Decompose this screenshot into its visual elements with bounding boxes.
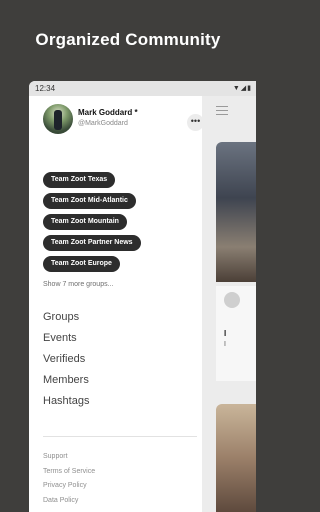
feed-image[interactable] [216,142,256,282]
more-options-button[interactable]: ••• [187,114,204,131]
support-link[interactable]: Support [43,453,95,468]
group-chip-list: Team Zoot Texas Team Zoot Mid-Atlantic T… [43,168,141,273]
status-bar: 12:34 ▼◢▮ [29,81,256,96]
group-chip[interactable]: Team Zoot Mountain [43,214,127,230]
data-policy-link[interactable]: Data Policy [43,497,95,512]
terms-link[interactable]: Terms of Service [43,468,95,483]
phone-screen: 12:34 ▼◢▮ I I Mark Goddard * @MarkGoddar… [29,81,256,512]
status-time: 12:34 [35,84,56,93]
profile-header[interactable]: Mark Goddard * @MarkGoddard ••• [41,104,204,138]
status-icons: ▼◢▮ [232,85,252,92]
show-more-groups-link[interactable]: Show 7 more groups... [43,281,113,288]
group-chip[interactable]: Team Zoot Partner News [43,235,141,251]
drawer-nav: Groups Events Verifieds Members Hashtags [43,310,89,415]
feed-card-title: I [224,329,227,338]
nav-item-events[interactable]: Events [43,331,89,352]
privacy-link[interactable]: Privacy Policy [43,482,95,497]
feed-card[interactable]: I I [216,286,256,381]
nav-item-groups[interactable]: Groups [43,310,89,331]
background-feed: I I [202,96,256,512]
promo-title: Organized Community [35,30,221,49]
nav-item-members[interactable]: Members [43,373,89,394]
group-chip[interactable]: Team Zoot Europe [43,256,120,272]
feed-image[interactable] [216,404,256,512]
profile-name: Mark Goddard * [78,108,138,117]
feed-card-subtitle: I [224,341,226,348]
group-chip[interactable]: Team Zoot Mid-Atlantic [43,193,136,209]
hamburger-menu-icon[interactable] [216,106,228,118]
navigation-drawer: Mark Goddard * @MarkGoddard ••• Team Zoo… [29,96,204,512]
footer-links: Support Terms of Service Privacy Policy … [43,453,95,511]
avatar [224,292,240,308]
nav-item-verifieds[interactable]: Verifieds [43,352,89,373]
group-chip[interactable]: Team Zoot Texas [43,172,116,188]
divider [43,436,197,437]
nav-item-hashtags[interactable]: Hashtags [43,394,89,415]
avatar[interactable] [43,104,73,134]
profile-handle: @MarkGoddard [78,120,128,127]
